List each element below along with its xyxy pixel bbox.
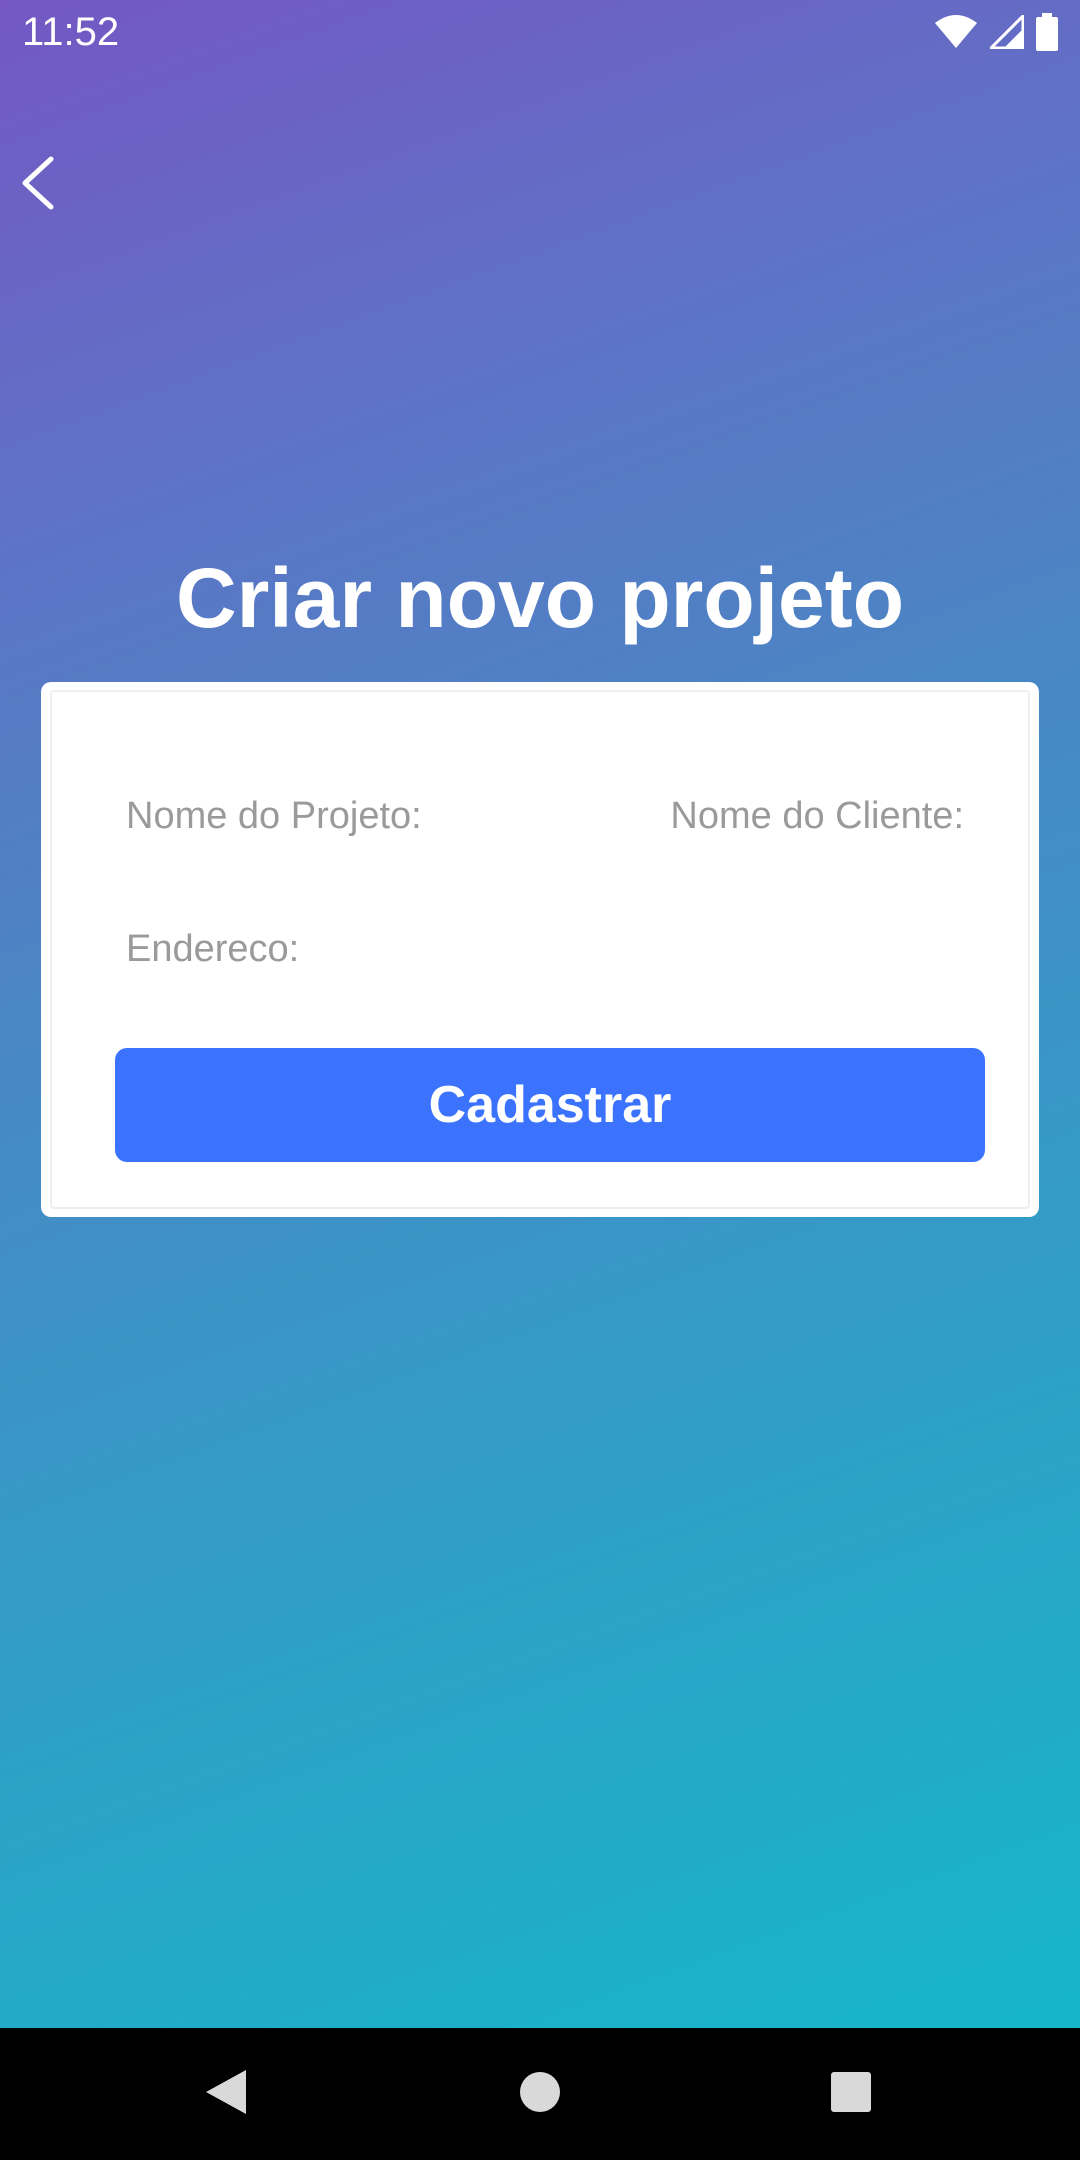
project-name-field[interactable]: Nome do Projeto:: [126, 795, 422, 838]
status-time: 11:52: [22, 10, 120, 54]
page-title: Criar novo projeto: [175, 551, 905, 645]
client-name-field[interactable]: Nome do Cliente:: [670, 795, 964, 838]
status-icons: [934, 11, 1058, 56]
signal-icon: [987, 11, 1025, 54]
nav-recents-icon: [830, 2071, 872, 2118]
chevron-left-icon: [18, 156, 58, 215]
nav-recents-button[interactable]: [791, 2028, 911, 2160]
nav-home-icon: [518, 2070, 562, 2119]
submit-button[interactable]: Cadastrar: [115, 1048, 985, 1162]
app-screen: 11:52 Criar novo projeto Nome do Projeto…: [0, 0, 1080, 2160]
wifi-icon: [934, 14, 978, 54]
battery-icon: [1036, 12, 1058, 56]
address-field[interactable]: Endereco:: [126, 928, 299, 971]
navigation-bar: [0, 2028, 1080, 2160]
form-card-inner: Nome do Projeto: Nome do Cliente: Endere…: [50, 690, 1030, 1209]
status-bar: 11:52: [0, 0, 1080, 66]
nav-back-button[interactable]: [166, 2028, 286, 2160]
form-card: Nome do Projeto: Nome do Cliente: Endere…: [41, 682, 1039, 1217]
nav-back-icon: [204, 2068, 248, 2121]
back-button[interactable]: [8, 150, 68, 220]
nav-home-button[interactable]: [480, 2028, 600, 2160]
